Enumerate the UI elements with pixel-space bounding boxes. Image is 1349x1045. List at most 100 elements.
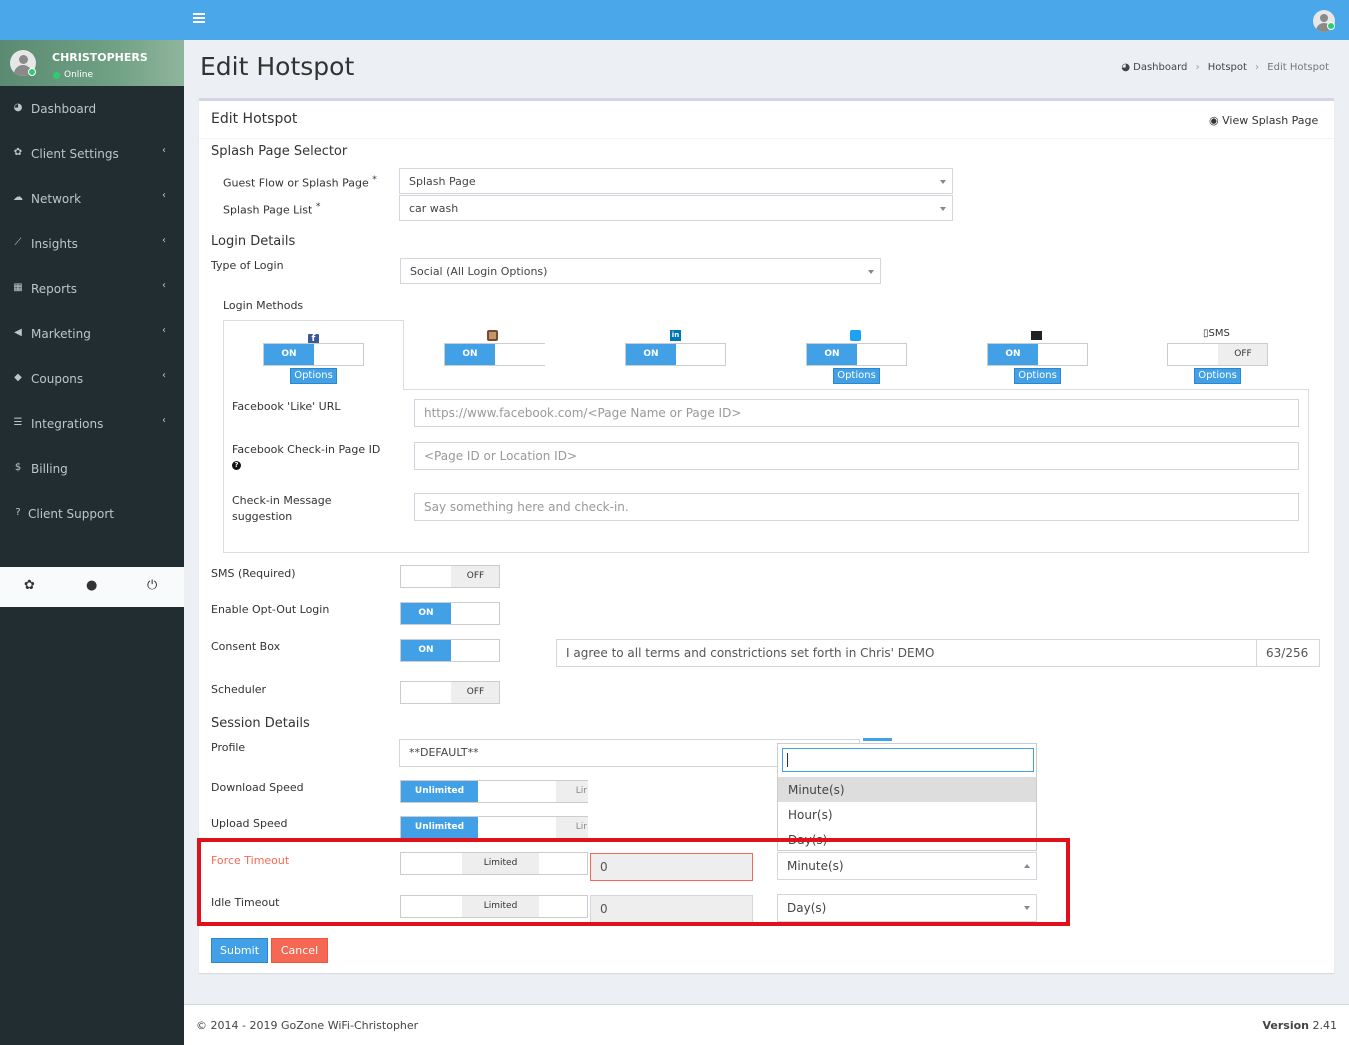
sidebar-item-network[interactable]: ☁ Network ‹ — [0, 176, 184, 221]
download-speed-toggle[interactable]: Unlimited Lir — [400, 780, 588, 803]
splash-selector-heading: Splash Page Selector — [211, 144, 348, 159]
hamburger-icon[interactable] — [193, 13, 205, 23]
type-of-login-select[interactable]: Social (All Login Options) — [400, 258, 881, 284]
line-chart-icon: ⟋ — [14, 237, 22, 248]
sms-required-toggle[interactable]: OFF — [400, 565, 500, 588]
dropdown-search-input[interactable] — [782, 748, 1034, 772]
breadcrumb-dashboard[interactable]: Dashboard — [1133, 62, 1187, 73]
version-number: 2.41 — [1312, 1019, 1338, 1032]
toggle-on: ON — [445, 344, 495, 365]
checkin-message-input[interactable]: Say something here and check-in. — [414, 493, 1299, 521]
twitter-options-button[interactable]: Options — [833, 368, 880, 384]
divider — [199, 138, 1334, 139]
consent-toggle[interactable]: ON — [400, 639, 500, 662]
login-details-heading: Login Details — [211, 234, 296, 249]
toggle-on: Unlimited — [401, 781, 478, 802]
toggle-on: ON — [988, 344, 1038, 365]
profile-add-button[interactable] — [863, 738, 892, 741]
splash-list-select[interactable]: car wash — [399, 195, 953, 221]
breadcrumb-hotspot[interactable]: Hotspot — [1208, 62, 1247, 73]
type-of-login-value: Social (All Login Options) — [410, 265, 548, 278]
page-title: Edit Hotspot — [200, 52, 355, 81]
facebook-toggle[interactable]: ON — [263, 343, 364, 366]
breadcrumb: ◕ Dashboard › Hotspot › Edit Hotspot — [1121, 62, 1329, 73]
guest-flow-select[interactable]: Splash Page — [399, 168, 953, 194]
caret-down-icon — [940, 207, 946, 211]
sidebar-item-client-support[interactable]: ? Client Support — [0, 491, 184, 536]
view-splash-link[interactable]: ◉ View Splash Page — [1209, 114, 1318, 127]
sidebar-item-integrations[interactable]: ☰ Integrations ‹ — [0, 401, 184, 446]
sms-method-toggle[interactable]: OFF — [1167, 343, 1268, 366]
sms-method-label-text: SMS — [1208, 328, 1230, 339]
required-mark: * — [315, 201, 321, 212]
guest-flow-label: Guest Flow or Splash Page * — [223, 174, 377, 190]
sms-options-button[interactable]: Options — [1194, 368, 1241, 384]
online-dot — [28, 68, 36, 76]
user-icon[interactable]: ● — [86, 578, 97, 593]
gear-icon: ✿ — [13, 147, 23, 158]
facebook-checkin-label: Facebook Check-in Page ID — [232, 443, 381, 456]
dropdown-option-minutes[interactable]: Minute(s) — [778, 777, 1036, 802]
guest-flow-label-text: Guest Flow or Splash Page — [223, 176, 369, 190]
facebook-checkin-input[interactable]: <Page ID or Location ID> — [414, 442, 1299, 470]
consent-text-input[interactable]: I agree to all terms and constrictions s… — [556, 639, 1257, 667]
caret-down-icon — [940, 180, 946, 184]
tag-icon: ◆ — [14, 372, 22, 383]
checkin-message-label-2: suggestion — [232, 510, 293, 523]
sidebar-item-dashboard[interactable]: ◕ Dashboard — [0, 86, 184, 131]
sidebar-item-label: Client Support — [28, 507, 114, 521]
footer: © 2014 - 2019 GoZone WiFi-Christopher Ve… — [184, 1004, 1349, 1045]
toggle-off: Lir — [556, 781, 588, 802]
chevron-left-icon: ‹ — [162, 370, 166, 381]
chevron-left-icon: ‹ — [162, 235, 166, 246]
list-icon: ☰ — [13, 417, 23, 428]
sidebar: CHRISTOPHERS Online ◕ Dashboard ✿ Client… — [0, 40, 184, 1045]
splash-list-value: car wash — [409, 202, 459, 215]
sidebar-item-insights[interactable]: ⟋ Insights ‹ — [0, 221, 184, 266]
chevron-left-icon: ‹ — [162, 190, 166, 201]
linkedin-toggle[interactable]: ON — [625, 343, 726, 366]
chevron-left-icon: ‹ — [162, 280, 166, 291]
upload-speed-toggle[interactable]: Unlimited Lir — [400, 816, 588, 839]
scheduler-label: Scheduler — [211, 683, 267, 696]
opt-out-toggle[interactable]: ON — [400, 602, 500, 625]
toggle-on: ON — [264, 344, 314, 365]
cancel-button[interactable]: Cancel — [271, 938, 328, 963]
profile-label: Profile — [211, 741, 246, 754]
dropdown-option-hours[interactable]: Hour(s) — [778, 802, 1036, 827]
facebook-like-url-input[interactable]: https://www.facebook.com/<Page Name or P… — [414, 399, 1299, 427]
email-options-button[interactable]: Options — [1014, 368, 1061, 384]
guest-flow-value: Splash Page — [409, 175, 476, 188]
email-toggle[interactable]: ON — [987, 343, 1088, 366]
unit-dropdown: Minute(s) Hour(s) Day(s) — [777, 743, 1037, 851]
scheduler-toggle[interactable]: OFF — [400, 681, 500, 704]
login-methods-label: Login Methods — [223, 299, 304, 312]
sidebar-item-coupons[interactable]: ◆ Coupons ‹ — [0, 356, 184, 401]
power-icon[interactable]: ⏻ — [147, 578, 157, 593]
box-title: Edit Hotspot — [211, 111, 298, 127]
sms-required-label: SMS (Required) — [211, 567, 296, 580]
toggle-on: Unlimited — [401, 817, 478, 838]
sidebar-item-label: Reports — [31, 282, 78, 296]
sidebar-footer: ✿ ● ⏻ — [0, 567, 184, 607]
required-mark: * — [372, 174, 377, 185]
instagram-toggle[interactable]: ON — [444, 343, 545, 366]
sidebar-item-billing[interactable]: $ Billing — [0, 446, 184, 491]
sidebar-item-marketing[interactable]: ◀ Marketing ‹ — [0, 311, 184, 356]
sidebar-item-label: Integrations — [31, 417, 104, 431]
dollar-icon: $ — [14, 462, 22, 473]
sidebar-item-client-settings[interactable]: ✿ Client Settings ‹ — [0, 131, 184, 176]
facebook-options-button[interactable]: Options — [290, 368, 337, 384]
twitter-icon — [850, 330, 861, 341]
splash-list-label: Splash Page List * — [223, 201, 320, 217]
gear-icon[interactable]: ✿ — [24, 578, 35, 593]
toggle-off: OFF — [451, 566, 499, 587]
upload-speed-label: Upload Speed — [211, 817, 288, 830]
sidebar-item-reports[interactable]: ▦ Reports ‹ — [0, 266, 184, 311]
question-icon: ? — [15, 507, 21, 518]
twitter-toggle[interactable]: ON — [806, 343, 907, 366]
breadcrumb-current: Edit Hotspot — [1267, 62, 1329, 73]
breadcrumb-separator: › — [1195, 62, 1200, 73]
submit-button[interactable]: Submit — [211, 938, 268, 963]
help-icon[interactable]: ? — [232, 461, 241, 470]
